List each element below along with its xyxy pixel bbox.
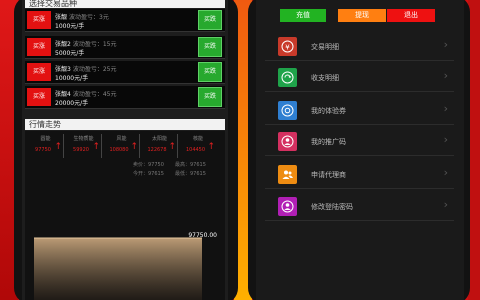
menu-label: 申请代理商 — [311, 171, 346, 179]
product-price: 5000元/手 — [55, 50, 85, 57]
product-section-header: 选择交易品种 — [25, 0, 225, 8]
product-name: 张靓4 — [55, 91, 71, 98]
quote-item[interactable]: 太阳能 122678 ↑ — [142, 134, 178, 158]
chevron-right-icon: › — [443, 198, 448, 211]
chevron-right-icon: › — [443, 38, 448, 51]
quote-value: 104450 — [185, 147, 206, 153]
up-arrow-icon: ↑ — [92, 142, 100, 152]
product-price: 1000元/手 — [55, 23, 85, 30]
buy-down-button[interactable]: 买跌 — [198, 37, 222, 57]
chevron-right-icon: › — [443, 166, 448, 179]
buy-up-button[interactable]: 买涨 — [27, 11, 51, 29]
buy-up-button[interactable]: 买涨 — [27, 38, 51, 56]
menu-item-income-expense[interactable]: 收支明细 › — [265, 63, 454, 92]
quote-item[interactable]: 生物质能 59920 ↑ — [66, 134, 102, 158]
quote-value: 97750 — [35, 147, 51, 153]
menu-label: 我的体验券 — [311, 107, 346, 115]
menu-item-trade-details[interactable]: ¥ 交易明细 › — [265, 32, 454, 61]
quote-label: 生物质能 — [73, 136, 94, 142]
product-row: 买涨 张靓 波动盈亏：3元 1000元/手 买跌 — [25, 9, 225, 32]
stat-low: 最低：97615 — [175, 171, 206, 177]
quote-value: 122678 — [147, 147, 167, 153]
product-row: 买涨 张靓2 波动盈亏：15元 5000元/手 买跌 — [25, 36, 225, 59]
trading-screen: 选择交易品种 买涨 张靓 波动盈亏：3元 1000元/手 买跌 买涨 张靓2 波动盈… — [22, 0, 228, 300]
buy-up-button[interactable]: 买涨 — [27, 63, 51, 81]
menu-label: 我的推广码 — [311, 138, 346, 146]
product-volatility: 波动盈亏：3元 — [69, 14, 109, 21]
chevron-right-icon: › — [443, 69, 448, 82]
up-arrow-icon: ↑ — [130, 142, 138, 152]
yen-circle-icon: ¥ — [278, 37, 297, 56]
buy-up-button[interactable]: 买涨 — [27, 88, 51, 106]
menu-item-apply-agent[interactable]: 申请代理商 › — [265, 160, 454, 189]
withdraw-button[interactable]: 提现 — [338, 9, 386, 22]
user-badge-icon — [278, 132, 297, 151]
buy-down-button[interactable]: 买跌 — [198, 87, 222, 107]
product-name: 张靓 — [55, 14, 68, 21]
quote-item[interactable]: 核能 104450 ↑ — [180, 134, 216, 158]
up-arrow-icon: ↑ — [54, 142, 62, 152]
quote-label: 风能 — [116, 136, 127, 142]
menu-label: 修改登陆密码 — [311, 203, 353, 211]
quote-label: 圆能 — [40, 136, 51, 142]
product-price: 10000元/手 — [55, 75, 89, 82]
compass-icon — [278, 101, 297, 120]
menu-item-change-password[interactable]: 修改登陆密码 › — [265, 192, 454, 221]
quote-value: 59920 — [73, 147, 89, 153]
product-volatility: 波动盈亏：25元 — [72, 66, 117, 73]
cycle-circle-icon — [278, 68, 297, 87]
account-screen: 充值 提现 退出 ¥ 交易明细 › 收支明细 › 我的体验券 › 我的推广码 ›… — [256, 0, 464, 300]
menu-label: 收支明细 — [311, 74, 339, 82]
quote-label: 核能 — [192, 136, 203, 142]
product-row: 买涨 张靓3 波动盈亏：25元 10000元/手 买跌 — [25, 61, 225, 84]
menu-item-promo-code[interactable]: 我的推广码 › — [265, 127, 454, 156]
chevron-right-icon: › — [443, 102, 448, 115]
menu-item-coupons[interactable]: 我的体验券 › — [265, 96, 454, 125]
stat-open: 卖价：97750 — [133, 162, 164, 168]
chevron-right-icon: › — [443, 133, 448, 146]
logout-button[interactable]: 退出 — [387, 9, 435, 22]
product-name: 张靓2 — [55, 41, 71, 48]
menu-label: 交易明细 — [311, 43, 339, 51]
product-name: 张靓3 — [55, 66, 71, 73]
users-icon — [278, 165, 297, 184]
trend-section-header: 行情走势 — [25, 119, 225, 130]
recharge-button[interactable]: 充值 — [280, 9, 326, 22]
user-key-icon — [278, 197, 297, 216]
product-row: 买涨 张靓4 波动盈亏：45元 20000元/手 买跌 — [25, 86, 225, 109]
up-arrow-icon: ↑ — [207, 142, 215, 152]
quote-item[interactable]: 圆能 97750 ↑ — [28, 134, 64, 158]
product-price: 20000元/手 — [55, 100, 89, 107]
stat-today: 今开：97615 — [133, 171, 164, 177]
buy-down-button[interactable]: 买跌 — [198, 62, 222, 82]
up-arrow-icon: ↑ — [168, 142, 176, 152]
product-volatility: 波动盈亏：45元 — [72, 91, 117, 98]
trend-panel: 圆能 97750 ↑ 生物质能 59920 ↑ 风能 108080 ↑ 太阳能 … — [25, 131, 225, 300]
chart-price-label: 97750.00 — [188, 232, 217, 239]
quote-label: 太阳能 — [151, 136, 167, 142]
quote-value: 108080 — [109, 147, 129, 153]
product-volatility: 波动盈亏：15元 — [72, 41, 117, 48]
svg-text:¥: ¥ — [285, 43, 290, 51]
quote-item[interactable]: 风能 108080 ↑ — [104, 134, 140, 158]
buy-down-button[interactable]: 买跌 — [198, 10, 222, 30]
price-area — [34, 238, 202, 300]
stat-high: 最高：97615 — [175, 162, 206, 168]
